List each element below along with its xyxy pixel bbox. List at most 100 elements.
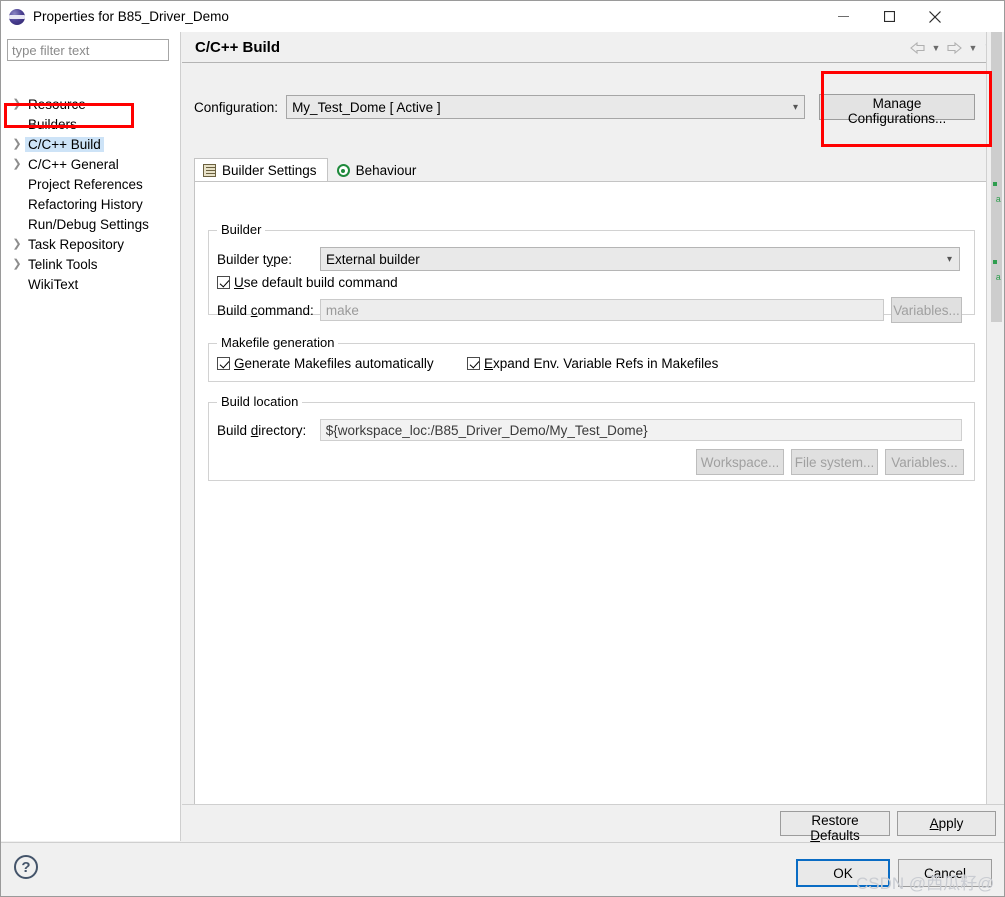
editor-marker-dot: [993, 182, 997, 186]
page-title: C/C++ Build: [195, 38, 281, 56]
build-location-group-title: Build location: [217, 394, 303, 409]
use-default-build-command-label: Use default build command: [234, 275, 398, 290]
file-system-button: File system...: [791, 449, 878, 475]
tree-item-label: Refactoring History: [28, 196, 143, 212]
build-command-variables-button: Variables...: [891, 297, 962, 323]
builder-type-select[interactable]: External builder ▾: [320, 247, 960, 271]
tab-label: Builder Settings: [222, 163, 317, 178]
page-header: C/C++ Build ▼ ▼ ▼: [182, 32, 1004, 63]
apply-button-bar: Restore Defaults Apply: [182, 804, 1004, 843]
chevron-right-icon[interactable]: ❯: [9, 258, 25, 270]
tree-item-project-references[interactable]: ❯ Project References: [1, 174, 181, 194]
close-button[interactable]: [912, 1, 958, 32]
expand-env-refs-label: Expand Env. Variable Refs in Makefiles: [484, 356, 719, 371]
tree-item-label: C/C++ General: [28, 156, 119, 172]
makefile-generation-group: Makefile generation Generate Makefiles a…: [208, 335, 975, 382]
configuration-selected-value: My_Test_Dome [ Active ]: [292, 99, 441, 115]
chevron-right-icon[interactable]: ❯: [9, 98, 25, 110]
configuration-select[interactable]: My_Test_Dome [ Active ] ▾: [286, 95, 806, 119]
settings-tab-bar: Builder Settings Behaviour: [194, 158, 994, 182]
ok-button[interactable]: OK: [796, 859, 890, 887]
makefile-generation-group-title: Makefile generation: [217, 335, 339, 350]
tree-item-telink-tools[interactable]: ❯ Telink Tools: [1, 254, 181, 274]
build-location-variables-button: Variables...: [885, 449, 964, 475]
page-nav-toolbar: ▼ ▼ ▼: [908, 32, 996, 63]
tree-item-run-debug-settings[interactable]: ❯ Run/Debug Settings: [1, 214, 181, 234]
restore-defaults-button[interactable]: Restore Defaults: [780, 811, 890, 843]
settings-tree-panel: ❯ Resource ❯ Builders ❯ C/C++ Build ❯ C/…: [1, 32, 181, 841]
configuration-row: Configuration: My_Test_Dome [ Active ] ▾…: [194, 92, 994, 126]
minimize-button[interactable]: [820, 1, 866, 32]
maximize-button[interactable]: [866, 1, 912, 32]
builder-type-row: Builder type: External builder ▾: [217, 247, 962, 271]
help-icon[interactable]: ?: [14, 855, 38, 879]
editor-marker-glyph: a: [995, 195, 1001, 205]
builder-settings-panel: Builder Builder type: External builder ▾…: [194, 181, 994, 836]
cancel-button[interactable]: Cancel: [898, 859, 992, 887]
expand-env-refs-checkbox[interactable]: [467, 357, 480, 370]
properties-dialog-window: Properties for B85_Driver_Demo ❯ Resourc…: [0, 0, 1005, 897]
build-directory-row: Build directory: ${workspace_loc:/B85_Dr…: [217, 419, 962, 441]
generate-makefiles-row[interactable]: Generate Makefiles automatically: [217, 356, 434, 371]
build-directory-label: Build directory:: [217, 422, 307, 438]
build-command-value: make: [325, 302, 359, 318]
eclipse-sphere-icon: [9, 8, 25, 25]
builder-group: Builder Builder type: External builder ▾…: [208, 222, 975, 323]
tab-builder-settings[interactable]: Builder Settings: [194, 158, 328, 182]
back-arrow-icon[interactable]: [908, 40, 927, 56]
tree-item-c-cpp-general[interactable]: ❯ C/C++ General: [1, 154, 181, 174]
generate-makefiles-label: Generate Makefiles automatically: [234, 356, 434, 371]
tree-item-label: C/C++ Build: [25, 136, 104, 152]
tree-item-refactoring-history[interactable]: ❯ Refactoring History: [1, 194, 181, 214]
build-directory-input[interactable]: ${workspace_loc:/B85_Driver_Demo/My_Test…: [319, 419, 962, 441]
forward-history-chevron-down-icon[interactable]: ▼: [966, 40, 980, 56]
tree-item-builders[interactable]: ❯ Builders: [1, 114, 181, 134]
builder-type-value: External builder: [326, 251, 420, 267]
workspace-button: Workspace...: [696, 449, 784, 475]
use-default-build-command-row[interactable]: Use default build command: [217, 275, 398, 290]
tree-item-task-repository[interactable]: ❯ Task Repository: [1, 234, 181, 254]
tree-item-label: Resource: [28, 96, 86, 112]
filter-input[interactable]: [7, 39, 169, 61]
chevron-right-icon[interactable]: ❯: [9, 158, 25, 170]
background-editor-edge: a a: [986, 32, 1004, 841]
chevron-right-icon[interactable]: ❯: [9, 138, 25, 150]
window-title: Properties for B85_Driver_Demo: [33, 9, 229, 24]
chevron-down-icon: ▾: [946, 253, 952, 265]
close-icon: [929, 10, 941, 23]
chevron-right-icon[interactable]: ❯: [9, 238, 25, 250]
build-directory-value: ${workspace_loc:/B85_Driver_Demo/My_Test…: [325, 422, 648, 438]
builder-group-title: Builder: [217, 222, 266, 237]
build-command-label: Build command:: [217, 302, 314, 318]
editor-marker-dot: [993, 260, 997, 264]
editor-marker-glyph: a: [995, 273, 1001, 283]
builder-type-label: Builder type:: [217, 251, 293, 267]
tree-item-label: Project References: [28, 176, 143, 192]
title-bar: Properties for B85_Driver_Demo: [1, 1, 1004, 32]
apply-button[interactable]: Apply: [897, 811, 996, 836]
tab-behaviour[interactable]: Behaviour: [328, 158, 428, 182]
manage-configurations-button[interactable]: Manage Configurations...: [819, 94, 976, 126]
minimize-icon: [837, 16, 849, 17]
tree-item-label: Builders: [28, 116, 77, 132]
tree-item-label: Task Repository: [28, 236, 125, 252]
tree-item-c-cpp-build[interactable]: ❯ C/C++ Build: [1, 134, 181, 154]
generate-makefiles-checkbox[interactable]: [217, 357, 230, 370]
tree-item-label: Run/Debug Settings: [28, 216, 149, 232]
build-location-group: Build location Build directory: ${worksp…: [208, 394, 975, 481]
forward-arrow-icon[interactable]: [945, 40, 964, 56]
dialog-footer: ? OK Cancel: [1, 842, 1004, 896]
tree-item-wikitext[interactable]: ❯ WikiText: [1, 274, 181, 294]
page-content-panel: C/C++ Build ▼ ▼ ▼ Configuration: My_Test…: [182, 32, 1004, 841]
maximize-icon: [883, 11, 895, 22]
tree-item-label: WikiText: [28, 276, 79, 292]
use-default-build-command-checkbox[interactable]: [217, 276, 230, 289]
expand-env-refs-row[interactable]: Expand Env. Variable Refs in Makefiles: [467, 356, 718, 371]
back-history-chevron-down-icon[interactable]: ▼: [929, 40, 943, 56]
tree-item-label: Telink Tools: [28, 256, 98, 272]
configuration-label: Configuration:: [194, 99, 279, 115]
tree-item-resource[interactable]: ❯ Resource: [1, 94, 181, 114]
build-command-input: make: [319, 299, 885, 321]
list-settings-icon: [203, 164, 216, 177]
build-command-row: Build command: make Variables...: [217, 297, 962, 323]
